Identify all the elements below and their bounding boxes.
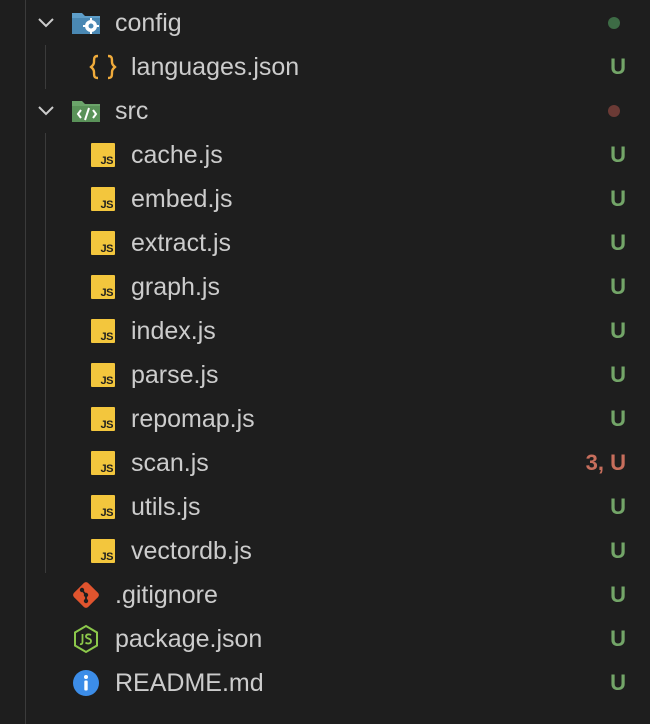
tree-item-js-file[interactable]: JS index.js U — [0, 309, 650, 353]
json-braces-icon — [88, 52, 118, 82]
tree-item-src-folder[interactable]: src — [0, 89, 650, 133]
git-status-badge: U — [610, 494, 626, 519]
git-status-badge: U — [610, 230, 626, 255]
javascript-file-icon: JS — [88, 360, 118, 390]
tree-item-js-file[interactable]: JS embed.js U — [0, 177, 650, 221]
file-label: parse.js — [131, 361, 219, 389]
tree-item-package-json[interactable]: package.json U — [0, 617, 650, 661]
problem-status-badge: 3, U — [585, 450, 626, 475]
tree-item-js-file[interactable]: JS scan.js 3, U — [0, 441, 650, 485]
config-folder-icon — [71, 8, 101, 38]
file-label: README.md — [115, 669, 264, 697]
javascript-file-icon: JS — [88, 316, 118, 346]
file-label: embed.js — [131, 185, 233, 213]
tree-item-gitignore[interactable]: .gitignore U — [0, 573, 650, 617]
git-status-badge: U — [610, 582, 626, 607]
file-explorer: config languages.json U src JS cache.js … — [0, 0, 650, 724]
javascript-file-icon: JS — [88, 184, 118, 214]
git-icon — [71, 580, 101, 610]
chevron-down-icon[interactable] — [36, 13, 56, 33]
file-label: utils.js — [131, 493, 201, 521]
file-label: extract.js — [131, 229, 232, 257]
javascript-file-icon: JS — [88, 272, 118, 302]
git-status-badge: U — [610, 626, 626, 651]
src-folder-icon — [71, 96, 101, 126]
tree-item-js-file[interactable]: JS parse.js U — [0, 353, 650, 397]
tree-item-js-file[interactable]: JS utils.js U — [0, 485, 650, 529]
tree-item-config-folder[interactable]: config — [0, 1, 650, 45]
git-status-badge: U — [610, 538, 626, 563]
file-label: vectordb.js — [131, 537, 252, 565]
git-status-badge: U — [610, 670, 626, 695]
file-label: cache.js — [131, 141, 223, 169]
file-label: index.js — [131, 317, 216, 345]
javascript-file-icon: JS — [88, 448, 118, 478]
folder-label: src — [115, 97, 149, 125]
javascript-file-icon: JS — [88, 404, 118, 434]
chevron-down-icon[interactable] — [36, 101, 56, 121]
folder-label: config — [115, 9, 182, 37]
git-status-badge: U — [610, 274, 626, 299]
file-label: graph.js — [131, 273, 220, 301]
nodejs-icon — [71, 624, 101, 654]
tree-item-js-file[interactable]: JS repomap.js U — [0, 397, 650, 441]
tree-item-js-file[interactable]: JS cache.js U — [0, 133, 650, 177]
git-status-badge: U — [610, 142, 626, 167]
git-status-badge: U — [610, 362, 626, 387]
file-label: scan.js — [131, 449, 209, 477]
git-status-badge: U — [610, 186, 626, 211]
file-label: languages.json — [131, 53, 300, 81]
tree-item-js-file[interactable]: JS vectordb.js U — [0, 529, 650, 573]
javascript-file-icon: JS — [88, 140, 118, 170]
javascript-file-icon: JS — [88, 492, 118, 522]
info-icon — [71, 668, 101, 698]
tree-item-js-file[interactable]: JS extract.js U — [0, 221, 650, 265]
javascript-file-icon: JS — [88, 536, 118, 566]
file-label: repomap.js — [131, 405, 255, 433]
git-status-badge: U — [610, 318, 626, 343]
file-label: .gitignore — [115, 581, 218, 609]
status-dot — [608, 17, 620, 29]
git-status-badge: U — [610, 406, 626, 431]
tree-item-languages-json[interactable]: languages.json U — [0, 45, 650, 89]
git-status-badge: U — [610, 54, 626, 79]
status-dot — [608, 105, 620, 117]
file-label: package.json — [115, 625, 263, 653]
tree-item-js-file[interactable]: JS graph.js U — [0, 265, 650, 309]
javascript-file-icon: JS — [88, 228, 118, 258]
tree-item-readme[interactable]: README.md U — [0, 661, 650, 705]
